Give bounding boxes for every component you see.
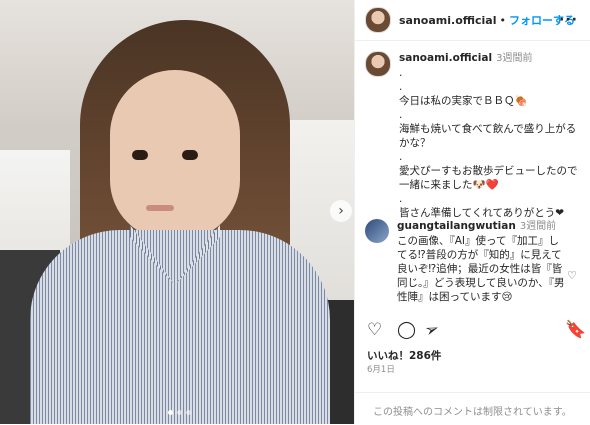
paper-plane-icon[interactable]: ➢ [422,318,442,342]
caption-line: . [399,193,403,205]
carousel-dot [177,410,182,415]
author-avatar[interactable] [365,7,391,33]
caption-line: 海鮮も焼いて食べて飲んで盛り上がるかな？ [399,123,577,149]
likes-count[interactable]: いいね！286件 [367,348,441,363]
comments-restricted-message: この投稿へのコメントは制限されています。 [373,407,572,418]
comment-restricted-footer: この投稿へのコメントは制限されています。 [355,392,590,425]
person-eye-right [182,150,198,160]
comment-item: guangtailangwutian 3週間前 この画像、『AI』使って『加工』し… [365,219,585,304]
commenter-username[interactable]: guangtailangwutian [397,220,516,232]
carousel-dot [168,410,173,415]
caption-line: 皆さん準備してくれてありがとう❤ [399,207,565,219]
post-photo[interactable]: › [0,0,354,424]
post-date[interactable]: 6月1日 [367,363,395,375]
post-caption: sanoami.official 3週間前 . . 今日は私の実家でＢＢＱ🍖 . … [365,51,585,220]
post-header: sanoami.official • フォローする ··· [355,0,590,41]
caption-line: 今日は私の実家でＢＢＱ🍖 [399,95,528,107]
author-username[interactable]: sanoami.official [399,14,497,27]
caption-time: 3週間前 [496,53,533,64]
caption-author-avatar[interactable] [365,51,391,77]
caption-line: . [399,151,403,163]
commenter-avatar[interactable] [365,219,389,243]
header-separator: • [499,13,507,27]
more-options-icon[interactable]: ··· [559,12,578,28]
post-actions: ♡ ◯ ➢ 🔖 [355,318,590,346]
next-photo-button[interactable]: › [330,200,352,222]
person-eye-left [132,150,148,160]
bookmark-icon[interactable]: 🔖 [565,320,586,340]
comment-like-heart-icon[interactable]: ♡ [567,269,577,282]
comments-scroll[interactable]: sanoami.official 3週間前 . . 今日は私の実家でＢＢＱ🍖 . … [355,41,590,311]
person-shirt [30,230,330,424]
comment-time: 3週間前 [519,221,557,232]
person-face [110,70,240,240]
caption-username[interactable]: sanoami.official [399,52,492,64]
comment-bubble-icon[interactable]: ◯ [397,320,416,340]
carousel-dots [168,410,191,415]
caption-line: . [399,109,403,121]
post-side-panel: sanoami.official • フォローする ··· sanoami.of… [354,0,590,424]
heart-outline-icon[interactable]: ♡ [367,320,382,340]
carousel-dot [186,410,191,415]
caption-line: . [399,67,403,79]
comment-text: この画像、『AI』使って『加工』してる⁉普段の方が『知的』に見えて良いぞ⁉追伸；… [397,235,565,303]
caption-line: 愛犬ぴーすもお散歩デビューしたので一緒に来ました🐶❤️ [399,165,578,191]
caption-line: . [399,81,403,93]
person-mouth [146,205,174,211]
